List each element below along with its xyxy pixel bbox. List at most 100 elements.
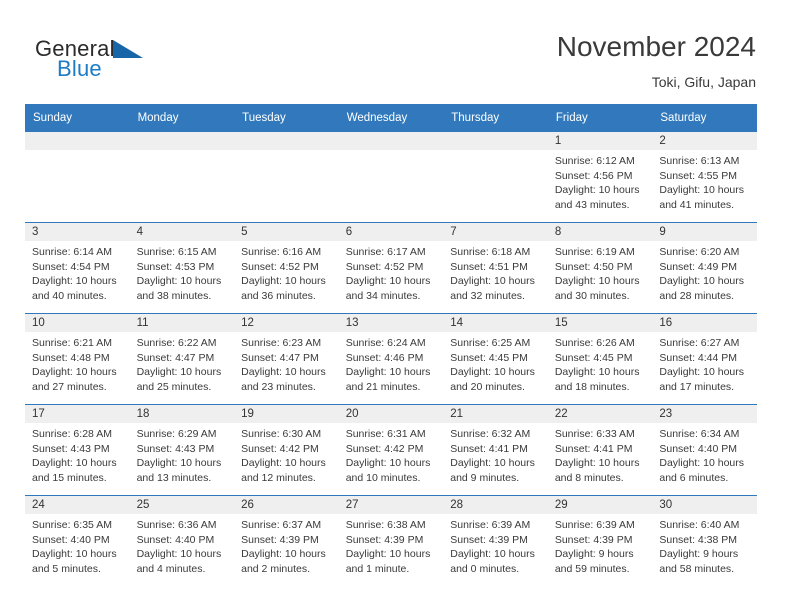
daylight-duration-line1: Daylight: 10 hours (554, 184, 640, 197)
daylight-duration-line1: Daylight: 10 hours (450, 548, 535, 561)
daylight-duration-line2: and 4 minutes. (136, 562, 206, 575)
day-number: 12 (234, 314, 339, 332)
calendar-day-cell[interactable]: 23 Sunrise: 6:34 AM Sunset: 4:40 PM Dayligh… (652, 404, 757, 496)
day-number: 13 (338, 314, 444, 332)
day-number: 10 (25, 314, 130, 332)
calendar-day-cell[interactable]: 11 Sunrise: 6:22 AM Sunset: 4:47 PM Dayligh… (129, 313, 235, 405)
sunrise-time: Sunrise: 6:28 AM (32, 428, 112, 440)
sunrise-time: Sunrise: 6:35 AM (32, 519, 112, 531)
calendar-day-cell[interactable]: 19 Sunrise: 6:30 AM Sunset: 4:42 PM Dayligh… (234, 404, 339, 496)
sunrise-time: Sunrise: 6:13 AM (659, 155, 740, 167)
sunrise-time: Sunrise: 6:34 AM (659, 428, 740, 440)
logo-triangle-icon (113, 40, 143, 58)
sunset-time: Sunset: 4:43 PM (32, 442, 110, 455)
day-sun-info: Sunrise: 6:32 AM Sunset: 4:41 PM Daylight:… (443, 423, 548, 485)
daylight-duration-line1: Daylight: 10 hours (32, 548, 117, 561)
weekday-header-saturday: Saturday (652, 104, 757, 132)
daylight-duration-line2: and 28 minutes. (659, 289, 735, 302)
calendar-day-cell[interactable]: 4 Sunrise: 6:15 AM Sunset: 4:53 PM Daylight… (129, 222, 235, 314)
day-sun-info: Sunrise: 6:27 AM Sunset: 4:44 PM Daylight:… (652, 332, 757, 394)
weekday-header-tuesday: Tuesday (234, 104, 339, 132)
daylight-duration-line2: and 5 minutes. (32, 562, 101, 575)
daylight-duration-line1: Daylight: 10 hours (241, 548, 326, 561)
calendar-day-cell[interactable]: 30 Sunrise: 6:40 AM Sunset: 4:38 PM Dayligh… (652, 495, 757, 586)
calendar-day-cell[interactable]: 8 Sunrise: 6:19 AM Sunset: 4:50 PM Daylight… (547, 222, 653, 314)
calendar-day-cell[interactable]: 9 Sunrise: 6:20 AM Sunset: 4:49 PM Daylight… (652, 222, 757, 314)
calendar-day-cell[interactable]: 29 Sunrise: 6:39 AM Sunset: 4:39 PM Dayligh… (547, 495, 653, 586)
calendar-day-cell-empty (234, 132, 339, 223)
daylight-duration-line2: and 15 minutes. (32, 471, 107, 484)
calendar-day-cell[interactable]: 21 Sunrise: 6:32 AM Sunset: 4:41 PM Dayligh… (443, 404, 548, 496)
calendar-day-cell[interactable]: 6 Sunrise: 6:17 AM Sunset: 4:52 PM Daylight… (338, 222, 444, 314)
calendar-day-cell[interactable]: 17 Sunrise: 6:28 AM Sunset: 4:43 PM Dayligh… (25, 404, 130, 496)
sunset-time: Sunset: 4:38 PM (659, 533, 738, 546)
daylight-duration-line1: Daylight: 10 hours (345, 366, 431, 379)
sunset-time: Sunset: 4:47 PM (241, 351, 319, 364)
calendar-body: 1 Sunrise: 6:12 AM Sunset: 4:56 PM Daylight… (25, 132, 757, 586)
calendar-day-cell[interactable]: 10 Sunrise: 6:21 AM Sunset: 4:48 PM Dayligh… (25, 313, 130, 405)
day-sun-info: Sunrise: 6:28 AM Sunset: 4:43 PM Daylight:… (25, 423, 130, 485)
day-number: 18 (129, 405, 235, 423)
calendar-day-cell[interactable]: 16 Sunrise: 6:27 AM Sunset: 4:44 PM Dayligh… (652, 313, 757, 405)
daylight-duration-line2: and 38 minutes. (136, 289, 212, 302)
weekday-header-sunday: Sunday (25, 104, 130, 132)
calendar-day-cell[interactable]: 12 Sunrise: 6:23 AM Sunset: 4:47 PM Dayligh… (234, 313, 339, 405)
day-number: 17 (25, 405, 130, 423)
sunset-time: Sunset: 4:56 PM (554, 169, 633, 182)
day-number (234, 132, 339, 150)
day-sun-info: Sunrise: 6:25 AM Sunset: 4:45 PM Daylight:… (443, 332, 548, 394)
calendar-day-cell[interactable]: 25 Sunrise: 6:36 AM Sunset: 4:40 PM Dayligh… (129, 495, 235, 586)
daylight-duration-line2: and 34 minutes. (345, 289, 421, 302)
weekday-header-wednesday: Wednesday (338, 104, 444, 132)
day-sun-info: Sunrise: 6:22 AM Sunset: 4:47 PM Daylight:… (130, 332, 235, 394)
sunset-time: Sunset: 4:49 PM (659, 260, 738, 273)
sunset-time: Sunset: 4:45 PM (450, 351, 528, 364)
calendar-day-cell[interactable]: 18 Sunrise: 6:29 AM Sunset: 4:43 PM Dayligh… (129, 404, 235, 496)
calendar-day-cell[interactable]: 24 Sunrise: 6:35 AM Sunset: 4:40 PM Dayligh… (25, 495, 130, 586)
calendar-day-cell[interactable]: 28 Sunrise: 6:39 AM Sunset: 4:39 PM Dayligh… (443, 495, 548, 586)
calendar-day-cell[interactable]: 15 Sunrise: 6:26 AM Sunset: 4:45 PM Dayligh… (547, 313, 653, 405)
day-number: 11 (129, 314, 235, 332)
calendar-grid: Sunday Monday Tuesday Wednesday Thursday… (25, 104, 757, 586)
daylight-duration-line1: Daylight: 10 hours (241, 457, 326, 470)
calendar-day-cell[interactable]: 14 Sunrise: 6:25 AM Sunset: 4:45 PM Dayligh… (443, 313, 548, 405)
daylight-duration-line2: and 59 minutes. (554, 562, 630, 575)
calendar-day-cell[interactable]: 27 Sunrise: 6:38 AM Sunset: 4:39 PM Dayligh… (338, 495, 444, 586)
sunrise-time: Sunrise: 6:30 AM (241, 428, 322, 440)
daylight-duration-line2: and 30 minutes. (554, 289, 630, 302)
daylight-duration-line2: and 40 minutes. (32, 289, 107, 302)
calendar-day-cell[interactable]: 7 Sunrise: 6:18 AM Sunset: 4:51 PM Daylight… (443, 222, 548, 314)
sunset-time: Sunset: 4:45 PM (554, 351, 633, 364)
sunrise-time: Sunrise: 6:22 AM (136, 337, 217, 349)
sunset-time: Sunset: 4:39 PM (450, 533, 528, 546)
calendar-day-cell-empty (129, 132, 235, 223)
daylight-duration-line1: Daylight: 10 hours (450, 366, 535, 379)
daylight-duration-line1: Daylight: 9 hours (554, 548, 634, 561)
daylight-duration-line1: Daylight: 10 hours (32, 366, 117, 379)
calendar-day-cell[interactable]: 3 Sunrise: 6:14 AM Sunset: 4:54 PM Daylight… (25, 222, 130, 314)
day-sun-info: Sunrise: 6:29 AM Sunset: 4:43 PM Daylight:… (130, 423, 235, 485)
day-sun-info: Sunrise: 6:36 AM Sunset: 4:40 PM Daylight:… (130, 514, 235, 576)
calendar-day-cell[interactable]: 13 Sunrise: 6:24 AM Sunset: 4:46 PM Dayligh… (338, 313, 444, 405)
calendar-day-cell-empty (443, 132, 548, 223)
calendar-day-cell[interactable]: 20 Sunrise: 6:31 AM Sunset: 4:42 PM Dayligh… (338, 404, 444, 496)
calendar-day-cell[interactable]: 22 Sunrise: 6:33 AM Sunset: 4:41 PM Dayligh… (547, 404, 653, 496)
calendar-day-cell[interactable]: 26 Sunrise: 6:37 AM Sunset: 4:39 PM Dayligh… (234, 495, 339, 586)
day-sun-info: Sunrise: 6:21 AM Sunset: 4:48 PM Daylight:… (25, 332, 130, 394)
sunrise-time: Sunrise: 6:40 AM (659, 519, 740, 531)
calendar-day-cell[interactable]: 2 Sunrise: 6:13 AM Sunset: 4:55 PM Daylight… (652, 132, 757, 223)
day-sun-info: Sunrise: 6:35 AM Sunset: 4:40 PM Daylight:… (25, 514, 130, 576)
daylight-duration-line2: and 32 minutes. (450, 289, 525, 302)
day-number: 4 (129, 223, 235, 241)
calendar-day-cell[interactable]: 5 Sunrise: 6:16 AM Sunset: 4:52 PM Daylight… (234, 222, 339, 314)
calendar-day-cell[interactable]: 1 Sunrise: 6:12 AM Sunset: 4:56 PM Daylight… (547, 132, 653, 223)
sunset-time: Sunset: 4:40 PM (136, 533, 215, 546)
daylight-duration-line1: Daylight: 10 hours (136, 275, 222, 288)
daylight-duration-line1: Daylight: 10 hours (241, 275, 326, 288)
sunrise-time: Sunrise: 6:36 AM (136, 519, 217, 531)
daylight-duration-line2: and 43 minutes. (554, 198, 630, 211)
day-sun-info: Sunrise: 6:12 AM Sunset: 4:56 PM Daylight:… (548, 150, 653, 212)
day-number: 6 (338, 223, 444, 241)
daylight-duration-line2: and 8 minutes. (554, 471, 624, 484)
page-title: November 2024 (556, 31, 756, 62)
